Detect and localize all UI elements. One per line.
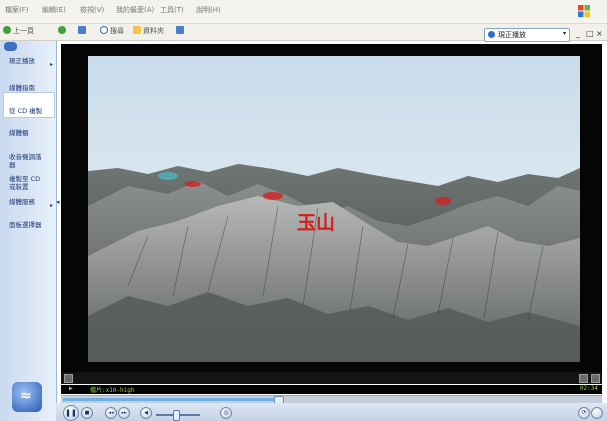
back-button[interactable]: 上一頁 — [3, 26, 34, 36]
back-label: 上一頁 — [13, 27, 34, 35]
menu-edit[interactable]: 編輯(E) — [42, 5, 66, 15]
seek-bar[interactable] — [61, 395, 602, 404]
media-player-icon — [488, 31, 495, 38]
sidebar-item-copy-from-cd[interactable]: 從 CD 複製 — [9, 107, 45, 115]
menu-view[interactable]: 檢視(V) — [80, 5, 104, 15]
folders-button[interactable]: 資料夾 — [133, 26, 164, 36]
search-icon — [100, 26, 108, 34]
menu-bar: 檔案(F) 編輯(E) 檢視(V) 我的最愛(A) 工具(T) 說明(H) — [0, 0, 607, 24]
mute-button[interactable]: ◀ — [140, 407, 152, 419]
chevron-right-icon[interactable]: ▸ — [50, 61, 53, 68]
menu-tools[interactable]: 工具(T) — [160, 5, 184, 15]
previous-button[interactable]: ◂◂ — [105, 407, 117, 419]
next-button[interactable]: ▸▸ — [118, 407, 130, 419]
pause-button[interactable]: ❚❚ — [63, 405, 79, 421]
back-arrow-icon — [3, 26, 11, 34]
status-bar: ▶ 檔片:x10-high 02:34 — [61, 385, 602, 394]
sidebar-item-library[interactable]: 媒體櫃 — [9, 129, 45, 137]
logo-glyph: ≈ — [20, 388, 32, 404]
repeat-button[interactable] — [591, 407, 603, 419]
search-label: 搜尋 — [110, 27, 124, 35]
video-control-strip — [61, 372, 602, 384]
mountain-name-overlay: 玉山 — [297, 212, 336, 234]
transport-controls: ❚❚ ■ ◂◂ ▸▸ ◀ ◎ ⟳ — [56, 403, 607, 421]
shuffle-button[interactable]: ⟳ — [578, 407, 590, 419]
forward-button[interactable] — [58, 26, 68, 35]
search-button[interactable]: 搜尋 — [100, 26, 124, 36]
taskbar-sidebar: 現正播放 ▸ 媒體指南 從 CD 複製 媒體櫃 收音機調諧器 複製至 CD 或裝… — [0, 41, 57, 421]
sidebar-item-now-playing[interactable]: 現正播放 — [9, 57, 45, 65]
views-icon — [176, 26, 184, 34]
sidebar-item-premium-services[interactable]: 媒體服務 — [9, 198, 45, 206]
chevron-right-icon[interactable]: ▸ — [50, 202, 53, 209]
close-button[interactable]: × — [596, 29, 603, 38]
elapsed-time: 02:34 — [579, 385, 598, 392]
video-viewport[interactable]: 玉山 — [88, 56, 580, 362]
collapse-sidebar-arrow[interactable]: ◂ — [56, 198, 60, 206]
folders-label: 資料夾 — [143, 27, 164, 35]
sidebar-item-skin-chooser[interactable]: 面板選擇器 — [9, 221, 45, 229]
sidebar-item-copy-to-cd[interactable]: 複製至 CD 或裝置 — [9, 175, 45, 191]
fullscreen-button[interactable] — [591, 374, 600, 383]
play-state-icon: ▶ — [69, 385, 73, 392]
restore-button[interactable]: □ — [586, 29, 594, 38]
stop-button[interactable]: ■ — [81, 407, 93, 419]
up-folder-icon — [78, 26, 86, 34]
equalizer-button[interactable]: ◎ — [220, 407, 232, 419]
chevron-down-icon: ▾ — [562, 30, 566, 37]
clip-name: 檔片:x10-high — [90, 387, 135, 394]
sidebar-item-radio-tuner[interactable]: 收音機調諧器 — [9, 153, 45, 169]
folders-icon — [133, 26, 141, 34]
seek-progress-fill — [63, 398, 278, 401]
now-playing-label: 現正播放 — [498, 31, 526, 39]
sidebar-menu-icon[interactable] — [4, 42, 17, 51]
menu-help[interactable]: 說明(H) — [196, 5, 221, 15]
forward-arrow-icon — [58, 26, 66, 34]
volume-slider-thumb[interactable] — [173, 410, 180, 421]
menu-favorites[interactable]: 我的最愛(A) — [116, 5, 154, 15]
views-button[interactable] — [176, 26, 186, 35]
windows-media-logo-icon: ≈ — [12, 382, 42, 412]
aspect-button[interactable] — [579, 374, 588, 383]
up-button[interactable] — [78, 26, 88, 35]
windows-logo-icon — [578, 5, 590, 17]
minimize-button[interactable]: _ — [576, 29, 580, 38]
sidebar-item-media-guide[interactable]: 媒體指南 — [9, 84, 45, 92]
menu-file[interactable]: 檔案(F) — [5, 5, 29, 15]
shrink-video-button[interactable] — [64, 374, 73, 383]
now-playing-dropdown[interactable]: 現正播放 ▾ — [484, 28, 570, 42]
